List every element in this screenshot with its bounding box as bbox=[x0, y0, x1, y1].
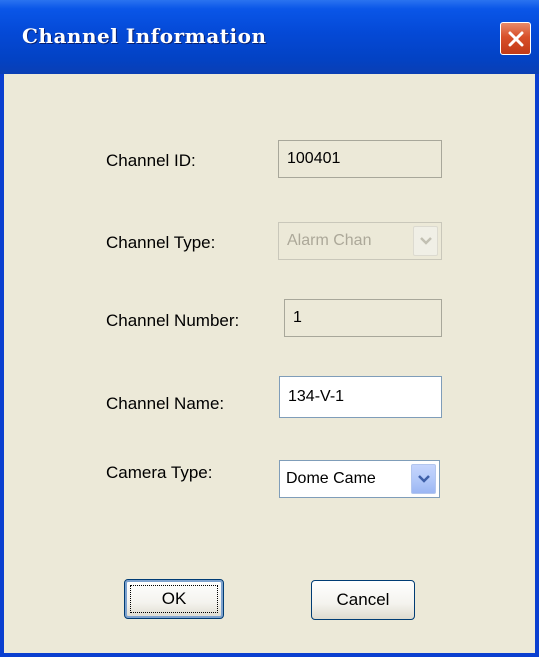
ok-button[interactable]: OK bbox=[124, 579, 224, 619]
close-button[interactable] bbox=[500, 22, 531, 55]
window-title: Channel Information bbox=[22, 24, 267, 48]
dialog-window: Channel Information Channel ID: 100401 C… bbox=[0, 0, 539, 657]
channel-number-label: Channel Number: bbox=[106, 311, 240, 330]
camera-type-dropdown-button[interactable] bbox=[411, 464, 436, 494]
channel-name-label: Channel Name: bbox=[106, 394, 225, 413]
channel-id-label: Channel ID: bbox=[106, 151, 196, 170]
channel-type-select: Alarm Chan bbox=[278, 222, 442, 260]
camera-type-label: Camera Type: bbox=[106, 463, 213, 482]
chevron-down-icon bbox=[418, 475, 430, 483]
channel-type-dropdown-button bbox=[413, 226, 438, 256]
ok-button-label: OK bbox=[161, 589, 187, 608]
channel-id-field: 100401 bbox=[278, 140, 442, 178]
channel-number-field: 1 bbox=[284, 299, 442, 337]
cancel-button[interactable]: Cancel bbox=[311, 580, 415, 620]
channel-type-value: Alarm Chan bbox=[287, 232, 372, 249]
cancel-button-label: Cancel bbox=[336, 590, 390, 609]
close-icon bbox=[508, 31, 524, 47]
title-bar[interactable]: Channel Information bbox=[0, 0, 539, 74]
camera-type-value: Dome Came bbox=[286, 470, 376, 487]
chevron-down-icon bbox=[420, 237, 432, 245]
channel-type-label: Channel Type: bbox=[106, 233, 216, 252]
channel-name-input[interactable]: 134-V-1 bbox=[279, 376, 442, 418]
dialog-body: Channel ID: 100401 Channel Type: Alarm C… bbox=[4, 74, 535, 653]
camera-type-select[interactable]: Dome Came bbox=[279, 460, 440, 498]
